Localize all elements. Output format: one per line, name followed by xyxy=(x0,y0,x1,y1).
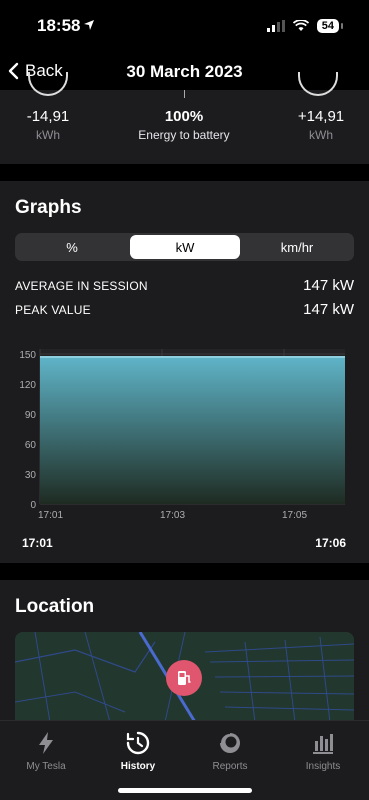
x-tick-label: 17:03 xyxy=(160,510,185,521)
unit-segmented-control: % kW km/hr xyxy=(15,233,354,261)
battery-indicator: 54 xyxy=(316,19,344,33)
energy-out-unit: kWh xyxy=(36,128,60,142)
segment-percent[interactable]: % xyxy=(17,235,127,259)
location-card: Location xyxy=(0,580,369,722)
cellular-signal-icon xyxy=(266,20,285,32)
graphs-title: Graphs xyxy=(15,197,82,218)
energy-out-value: -14,91 xyxy=(26,108,70,125)
wifi-icon xyxy=(292,20,309,31)
charger-location-pin[interactable] xyxy=(166,660,202,696)
insights-bar-chart-icon xyxy=(313,734,333,754)
tab-history-label: History xyxy=(120,761,156,772)
y-tick-label: 90 xyxy=(25,410,37,421)
home-indicator xyxy=(118,788,252,793)
energy-out: -14,91 kWh xyxy=(20,108,76,142)
y-tick-label: 150 xyxy=(19,350,36,361)
status-time: 18:58 xyxy=(37,16,81,35)
energy-summary-card: -14,91 kWh 100% Energy to battery +14,91… xyxy=(0,72,369,164)
tab-my-tesla-label: My Tesla xyxy=(26,761,66,772)
stat-peak: PEAK VALUE 147 kW xyxy=(15,301,354,318)
energy-in-unit: kWh xyxy=(309,128,333,142)
session-end-time: 17:06 xyxy=(315,536,346,550)
segment-kmhr[interactable]: km/hr xyxy=(242,235,352,259)
stat-peak-label: PEAK VALUE xyxy=(15,302,91,317)
session-start-time: 17:01 xyxy=(22,536,53,550)
y-tick-label: 60 xyxy=(25,440,37,451)
history-clock-icon xyxy=(126,731,150,755)
y-tick-label: 120 xyxy=(19,380,36,391)
status-bar: 18:58 54 xyxy=(0,0,369,52)
stat-average: AVERAGE IN SESSION 147 kW xyxy=(15,277,354,294)
location-arrow-icon xyxy=(84,20,94,30)
tab-history[interactable]: History xyxy=(92,729,184,772)
location-title: Location xyxy=(15,596,95,617)
charging-station-icon xyxy=(178,671,191,685)
tab-insights-label: Insights xyxy=(305,761,341,772)
tab-reports-label: Reports xyxy=(212,761,248,772)
tab-insights[interactable]: Insights xyxy=(277,729,369,772)
status-icons: 54 xyxy=(266,19,344,33)
energy-to-battery: 100% Energy to battery xyxy=(124,108,244,142)
energy-to-battery-label: Energy to battery xyxy=(138,128,230,142)
power-chart: 0 30 60 90 120 150 17:01 17:03 17:05 xyxy=(19,349,345,521)
energy-to-battery-value: 100% xyxy=(164,108,204,125)
lightning-icon xyxy=(39,732,53,754)
segment-kw[interactable]: kW xyxy=(130,235,240,259)
gauge-tick xyxy=(184,90,185,98)
stat-peak-value: 147 kW xyxy=(303,301,354,318)
stat-average-label: AVERAGE IN SESSION xyxy=(15,278,148,293)
y-tick-label: 0 xyxy=(30,500,36,511)
x-tick-label: 17:05 xyxy=(282,510,307,521)
energy-out-gauge xyxy=(28,72,68,96)
energy-in-gauge xyxy=(298,72,338,96)
x-tick-label: 17:01 xyxy=(38,510,63,521)
y-tick-label: 30 xyxy=(25,470,37,481)
energy-in-value: +14,91 xyxy=(297,108,345,125)
chart-area xyxy=(40,357,345,504)
graphs-card: Graphs % kW km/hr AVERAGE IN SESSION 147… xyxy=(0,181,369,563)
session-time-range: 17:01 17:06 xyxy=(0,536,369,554)
tab-reports[interactable]: Reports xyxy=(184,729,276,772)
energy-in: +14,91 kWh xyxy=(292,108,350,142)
reports-icon xyxy=(219,732,240,753)
tab-my-tesla[interactable]: My Tesla xyxy=(0,729,92,772)
stat-average-value: 147 kW xyxy=(303,277,354,294)
